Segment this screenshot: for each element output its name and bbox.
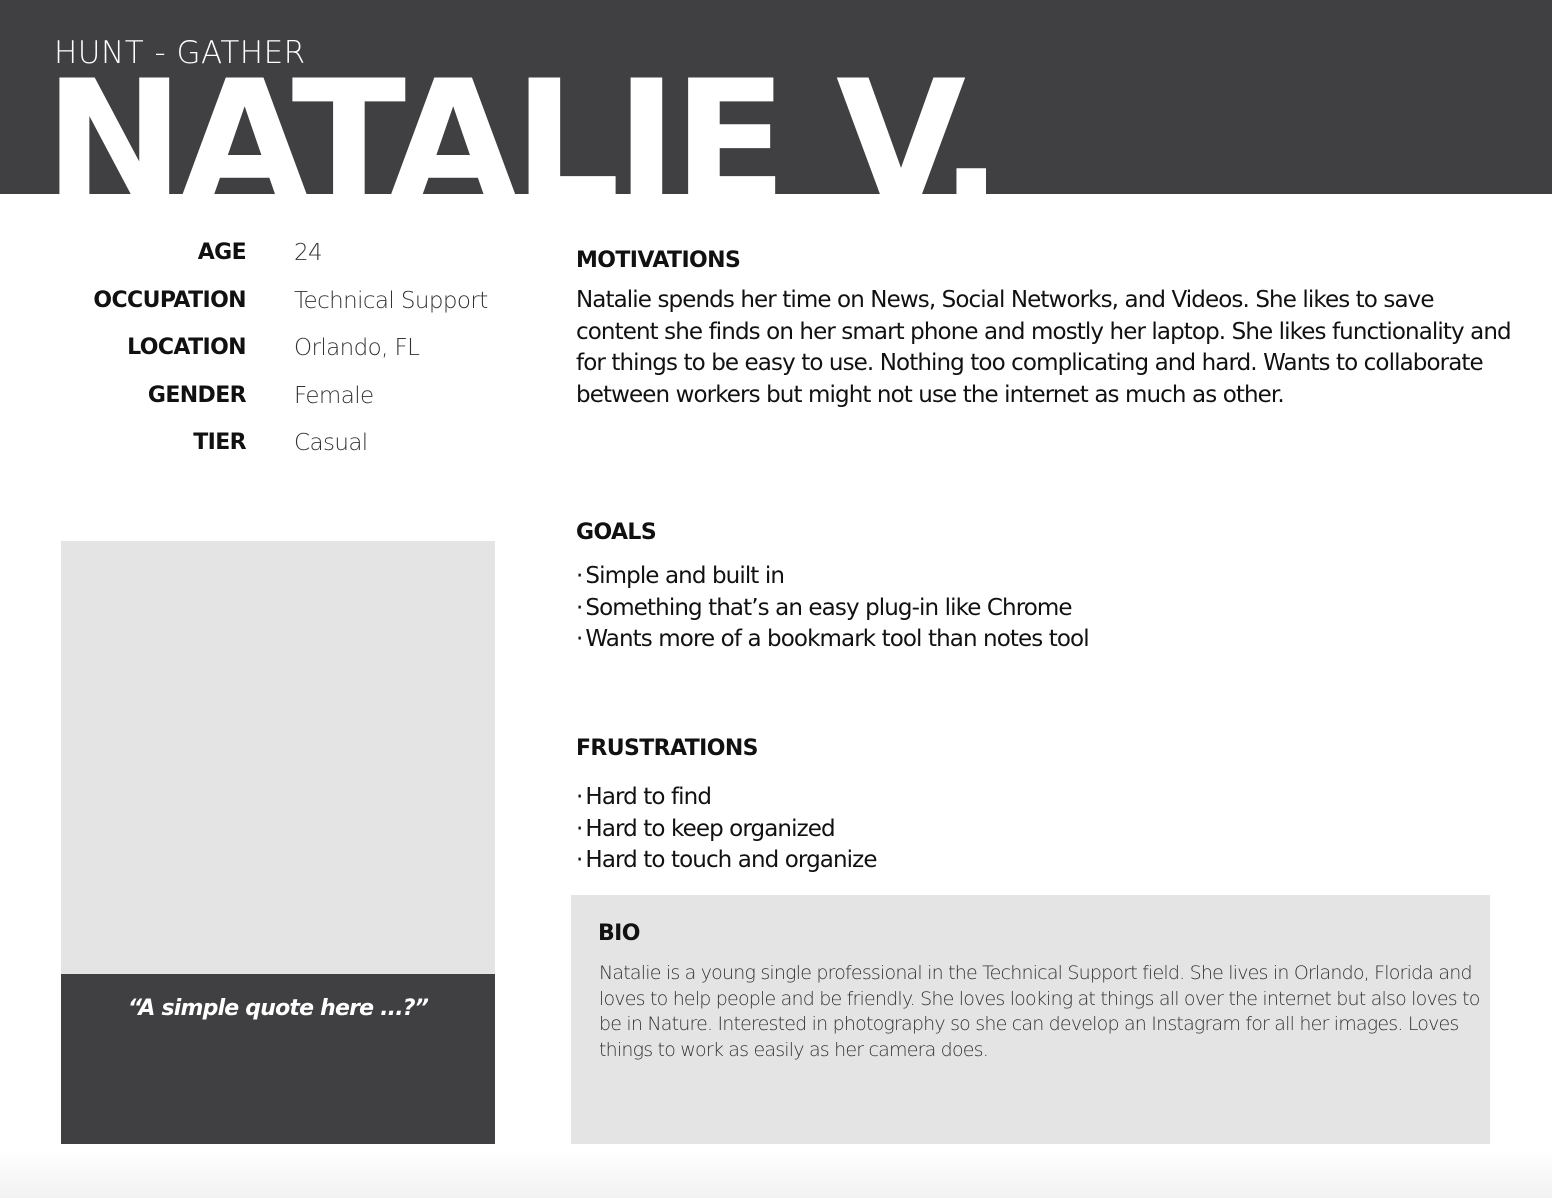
info-label: TIER [193,430,246,455]
bio-panel: BIO Natalie is a young single profession… [571,895,1490,1144]
frustrations-title: FRUSTRATIONS [576,736,759,761]
bullet-dot: · [576,784,583,810]
demographics-table: AGE 24 OCCUPATION Technical Support LOCA… [40,240,520,478]
motivations-title: MOTIVATIONS [576,248,741,273]
frustrations-list: · Hard to find · Hard to keep organized · H… [576,782,877,877]
list-item: · Something that’s an easy plug-in like C… [576,593,1089,625]
list-item-text: Hard to keep organized [585,815,835,842]
bullet-dot: · [576,815,583,842]
list-item: · Wants more of a bookmark tool than note… [576,624,1090,656]
list-item: · Simple and built in [576,561,1089,593]
list-item: · Hard to find [576,782,877,814]
persona-name: NATALIE V. [44,44,1003,194]
info-label: LOCATION [127,335,247,360]
info-row-tier: TIER Casual [40,430,520,478]
list-item-text: Something that’s an easy plug-in like Ch… [585,594,1072,621]
info-row-location: LOCATION Orlando, FL [40,335,520,383]
info-value: 24 [294,240,323,266]
quote-box: “A simple quote here ...?” [61,974,495,1144]
goals-list: · Simple and built in · Something that’s a… [576,561,1090,656]
info-label: AGE [197,240,247,265]
bullet-dot: · [576,626,583,652]
persona-quote: “A simple quote here ...?” [127,996,429,1021]
list-item-text: Simple and built in [585,563,785,589]
info-row-age: AGE 24 [40,240,520,288]
header-banner: HUNT - GATHER NATALIE V. [0,0,1552,194]
bullet-dot: · [576,563,583,589]
page-bottom-fade [0,1150,1552,1198]
goals-title: GOALS [576,520,657,545]
info-value: Orlando, FL [294,335,420,361]
info-value: Technical Support [294,287,488,314]
list-item: · Hard to keep organized [576,814,877,846]
info-row-gender: GENDER Female [40,383,520,431]
photo-placeholder [61,541,495,974]
info-label: GENDER [147,382,247,408]
list-item: · Hard to touch and organize [576,845,877,877]
bio-text: Natalie is a young single professional i… [599,962,1480,1062]
bullet-dot: · [576,847,583,873]
info-value: Casual [294,430,368,456]
list-item-text: Wants more of a bookmark tool than notes… [585,626,1089,652]
bullet-dot: · [576,594,583,621]
bio-title: BIO [598,921,640,946]
info-row-occupation: OCCUPATION Technical Support [40,288,520,336]
list-item-text: Hard to find [585,784,712,810]
info-value: Female [294,382,374,409]
list-item-text: Hard to touch and organize [585,847,877,873]
motivations-text: Natalie spends her time on News, Social … [576,287,1512,408]
info-label: OCCUPATION [93,287,246,313]
